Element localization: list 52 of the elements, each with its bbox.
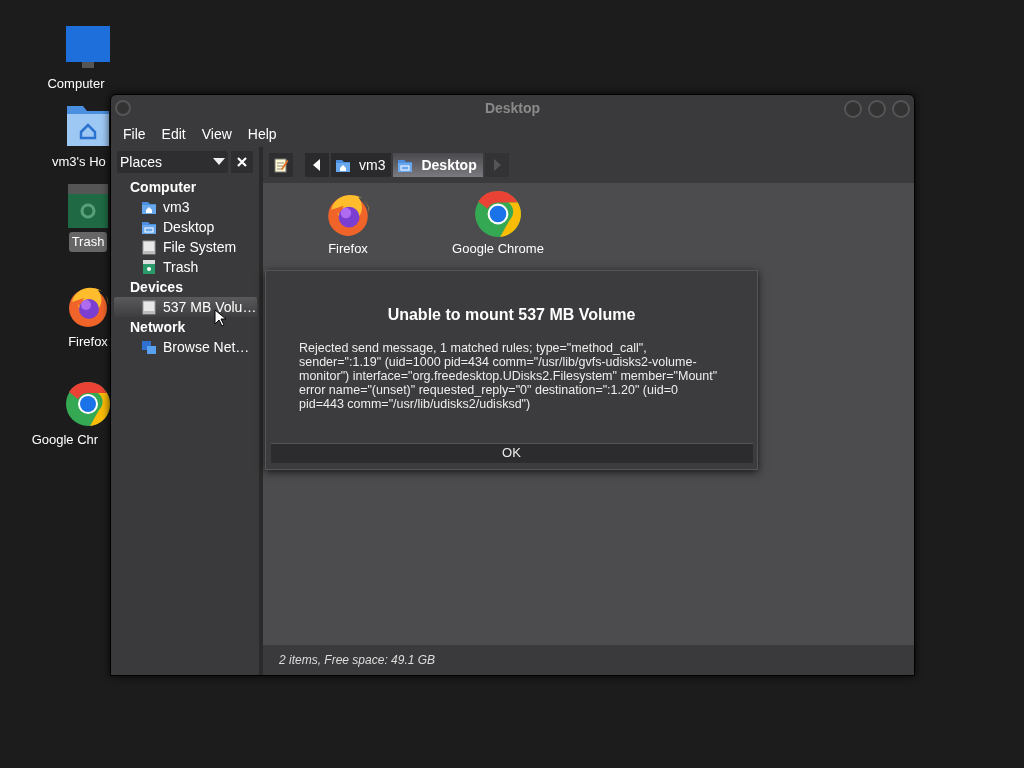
menu-item[interactable]: Edit	[153, 123, 194, 145]
window-menu-icon[interactable]	[115, 100, 131, 116]
section-heading: Devices	[130, 277, 183, 297]
home-folder-icon	[141, 199, 157, 215]
file-label[interactable]: Google Chrome	[452, 239, 544, 259]
drive-icon	[141, 239, 157, 255]
sidebar-item[interactable]: Browse Net…	[114, 337, 257, 357]
menu-item[interactable]: File	[115, 123, 154, 145]
desktop-folder-icon	[141, 219, 157, 235]
dropdown-arrow-icon	[213, 158, 226, 166]
desktop-folder-icon	[397, 157, 414, 173]
window-title: Desktop	[484, 98, 541, 118]
trash-icon	[141, 259, 157, 275]
places-dropdown[interactable]: Places	[117, 151, 229, 173]
edit-location-button[interactable]	[269, 153, 293, 177]
chrome-icon	[64, 380, 112, 428]
close-icon	[237, 157, 248, 167]
status-text: 2 items, Free space: 49.1 GB	[263, 645, 914, 675]
sidebar-item[interactable]: vm3	[114, 197, 257, 217]
sidebar-item[interactable]: Desktop	[114, 217, 257, 237]
notepad-icon	[273, 157, 289, 173]
sidebar-item[interactable]: 537 MB Volu…	[114, 297, 257, 317]
desktop-icon-label[interactable]: vm3's Ho	[49, 152, 109, 172]
back-button[interactable]	[305, 153, 329, 177]
dropdown-value: Places	[120, 152, 163, 172]
chrome-icon	[473, 189, 523, 239]
close-pane-button[interactable]	[231, 151, 253, 173]
back-arrow-icon	[313, 159, 321, 171]
ok-button[interactable]: OK	[270, 443, 753, 463]
desktop-icon-label[interactable]: Google Chr	[28, 430, 102, 450]
forward-button[interactable]	[484, 153, 509, 177]
path-button[interactable]: vm3	[331, 153, 392, 177]
sidebar-item[interactable]: Trash	[114, 257, 257, 277]
file-label[interactable]: Firefox	[328, 239, 368, 259]
close-button[interactable]	[892, 100, 910, 118]
forward-arrow-icon	[492, 159, 501, 171]
desktop-icon-label[interactable]: Trash	[68, 232, 108, 252]
minimize-button[interactable]	[844, 100, 862, 118]
network-icon	[141, 339, 157, 355]
maximize-button[interactable]	[868, 100, 886, 118]
menu-item[interactable]: View	[193, 123, 240, 145]
desktop-icon-label[interactable]: Firefox	[65, 332, 111, 352]
section-heading: Network	[130, 317, 186, 337]
drive-icon	[141, 299, 157, 315]
desktop-icon-label[interactable]: Computer	[44, 74, 108, 94]
menu-item[interactable]: Help	[239, 123, 285, 145]
dialog-title: Unable to mount 537 MB Volume	[387, 305, 636, 325]
sidebar-item[interactable]: File System	[114, 237, 257, 257]
section-heading: Computer	[130, 177, 197, 197]
path-button[interactable]: Desktop	[393, 153, 483, 177]
dialog-message: Rejected send message, 1 matched rules; type="method_call", sender=":1.19" (uid=1000 pid=434 comm="/usr/lib/gvfs-udisks2-volume-monitor") interface="org.freedesktop.UDisks2.Filesystem" member="Mount" error name="(unset)" requested_reply="0" destination=":1.20" (uid=0 pid=443 comm="/usr/lib/udisks2/udisksd")	[299, 341, 719, 411]
home-folder-icon	[335, 157, 351, 173]
